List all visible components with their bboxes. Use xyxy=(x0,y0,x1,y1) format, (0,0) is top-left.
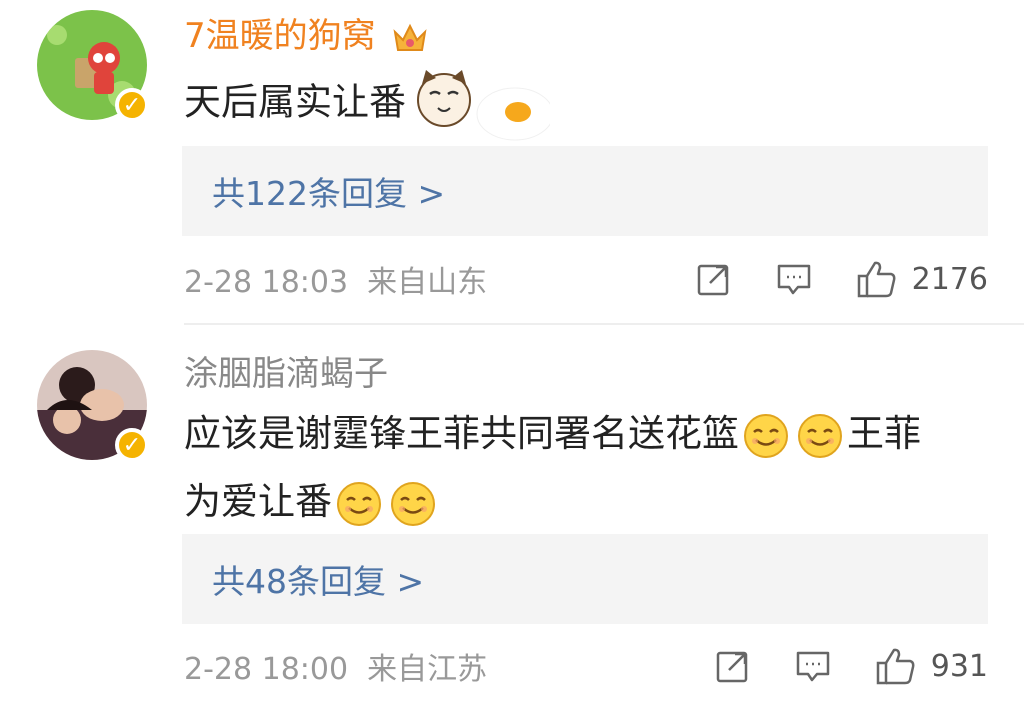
like-button[interactable]: 931 xyxy=(875,646,988,686)
timestamp: 2-28 18:00 来自江苏 xyxy=(184,652,488,687)
smile-emoji-icon xyxy=(798,413,842,458)
comment-text: 天后属实让番 xyxy=(184,64,984,144)
username[interactable]: 涂胭脂滴蝎子 xyxy=(184,352,388,396)
comment-meta: 2-28 18:03 来自山东 2176 xyxy=(184,257,988,301)
divider xyxy=(184,323,1024,325)
thumbs-up-icon xyxy=(876,648,915,685)
verified-badge-icon: ✓ xyxy=(115,428,149,462)
share-icon xyxy=(716,651,747,683)
comment-button[interactable] xyxy=(795,648,831,684)
like-button[interactable]: 2176 xyxy=(856,259,988,299)
like-count: 931 xyxy=(930,648,988,684)
smile-emoji-icon xyxy=(337,481,381,526)
comment-icon xyxy=(796,651,829,682)
verified-badge-icon: ✓ xyxy=(115,88,149,122)
comment-text: 应该是谢霆锋王菲共同署名送花篮 王菲 为爱让番 xyxy=(184,400,984,536)
avatar[interactable]: ✓ xyxy=(37,350,149,462)
like-count: 2176 xyxy=(911,261,988,297)
smile-emoji-icon xyxy=(391,481,435,526)
comment-icon xyxy=(777,264,810,295)
timestamp: 2-28 18:03 来自山东 xyxy=(184,265,488,300)
smile-emoji-icon xyxy=(744,413,788,458)
share-icon xyxy=(697,264,728,296)
comment-meta: 2-28 18:00 来自江苏 931 xyxy=(184,644,988,688)
username[interactable]: 7温暖的狗窝 xyxy=(184,14,428,58)
replies-link[interactable]: 共48条回复 > xyxy=(182,534,988,624)
thumbs-up-icon xyxy=(857,261,896,298)
replies-link[interactable]: 共122条回复 > xyxy=(182,146,988,236)
share-button[interactable] xyxy=(696,261,732,297)
avatar[interactable]: ✓ xyxy=(37,10,149,122)
vip-crown-icon xyxy=(393,23,427,51)
cat-fried-egg-emoji-icon xyxy=(417,70,550,141)
comment-button[interactable] xyxy=(776,261,812,297)
share-button[interactable] xyxy=(715,648,751,684)
